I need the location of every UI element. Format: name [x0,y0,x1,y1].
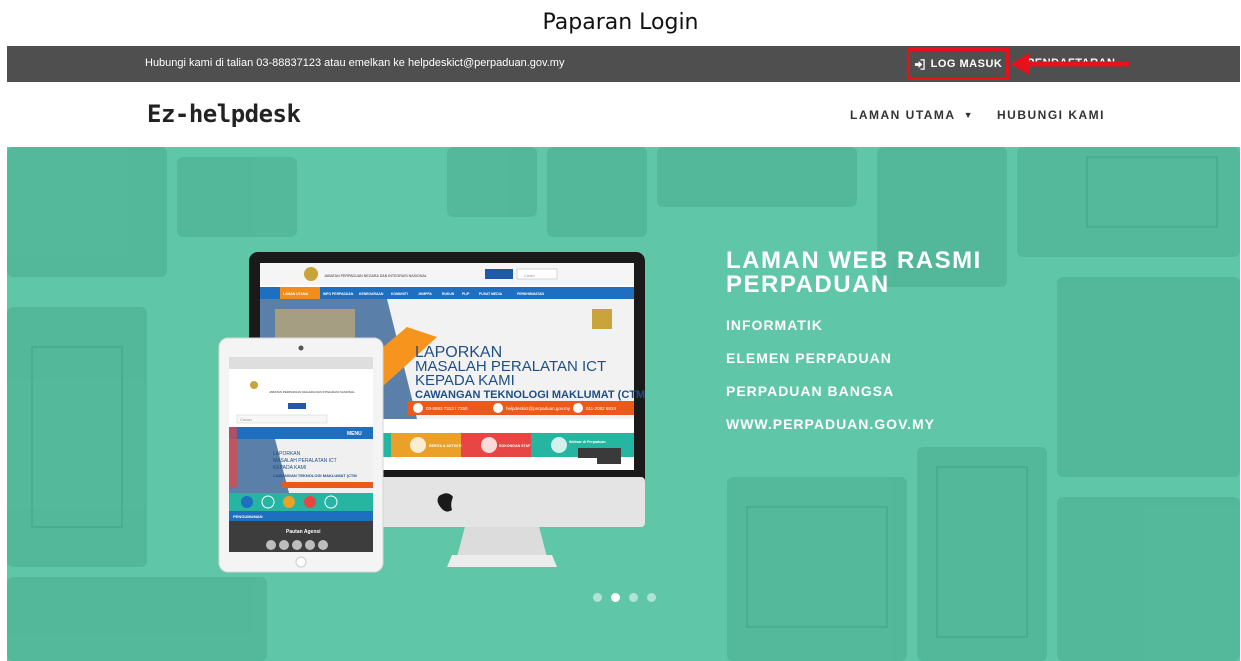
document-caption: Paparan Login [542,10,699,35]
monitor-menu-item: PLIP [462,292,470,296]
monitor-contact-phone: 03-8883 7313 / 7250 [426,406,468,411]
monitor-tile-label: BERITA & AKTIVITI [429,444,461,448]
hero-line-perpaduan-bangsa: PERPADUAN BANGSA [726,383,895,399]
nav-item-hubungi-kami[interactable]: HUBUNGI KAMI [997,108,1105,122]
monitor-tile-label: SOKONGAN STAF [499,444,531,448]
tablet-section-label: PENGUMUMAN [233,514,263,519]
monitor-header-title: JABATAN PERPADUAN NEGARA DAN INTEGRASI N… [324,274,427,278]
hero-caption: LAMAN WEB RASMI PERPADUAN INFORMATIK ELE… [726,249,1026,434]
sign-in-icon [914,58,925,70]
caret-down-icon: ▼ [963,110,975,120]
tablet-banner-line: KEPADA KAMI [273,465,306,471]
monitor-menu-item: KOMUNITI [391,292,408,296]
tablet-banner-line: MASALAH PERALATAN ICT [273,458,337,464]
carousel-dot[interactable] [593,593,602,602]
tablet-mockup [218,337,384,573]
login-label: LOG MASUK [930,58,1003,70]
monitor-banner-line: KEPADA KAMI [415,372,515,389]
hero-title: LAMAN WEB RASMI PERPADUAN [726,247,982,298]
hero-line-elemen-perpaduan: ELEMEN PERPADUAN [726,350,892,366]
monitor-menu-item: PUSAT MEDIA [479,292,503,296]
monitor-search-field: Carian [524,274,535,278]
tablet-footer-label: Pautan Agensi [286,529,321,535]
monitor-menu-item: LAMAN UTAMA [283,292,309,296]
hero-line-website: WWW.PERPADUAN.GOV.MY [726,416,936,432]
monitor-menu-item: PERKHIDMATAN [517,292,545,296]
monitor-menu-item: JKMPPA [418,292,432,296]
monitor-tile-label: Ikhtisar di Perpaduan [569,440,606,444]
monitor-banner-line: CAWANGAN TEKNOLOGI MAKLUMAT (CTM [415,389,645,401]
monitor-menu-item: RUKUN [442,292,455,296]
main-navbar: Ez-helpdesk LAMAN UTAMA ▼ HUBUNGI KAMI [7,82,1240,147]
tablet-search-field: Carian [240,417,252,422]
carousel-dot[interactable] [629,593,638,602]
carousel-dot[interactable] [647,593,656,602]
tablet-banner-line: LAPORKAN [273,451,301,457]
tablet-banner-line: CAWANGAN TEKNOLOGI MAKLUMAT (CTM [273,473,357,478]
monitor-menu-item: INFO PERPADUAN [323,292,354,296]
page: Paparan Login Hubungi kami di talian 03-… [0,0,1241,661]
hero-line-informatik: INFORMATIK [726,317,823,333]
monitor-contact-mobile: 011-2082 6824 [586,406,616,411]
carousel-indicators [593,593,656,602]
brand-logo[interactable]: Ez-helpdesk [147,100,301,128]
hero-background: JABATAN PERPADUAN NEGARA DAN INTEGRASI N… [7,147,1240,661]
hero-carousel: JABATAN PERPADUAN NEGARA DAN INTEGRASI N… [7,147,1240,661]
tablet-menu-label: MENU [347,431,362,437]
login-link[interactable]: LOG MASUK [907,48,1009,80]
monitor-contact-email: helpdeskict@perpaduan.gov.my [506,406,571,411]
monitor-menu-item: KENEGARAAN [359,292,384,296]
nav-item-laman-utama[interactable]: LAMAN UTAMA ▼ [850,108,974,122]
nav-item-label: LAMAN UTAMA [850,108,956,122]
contact-info-text: Hubungi kami di talian 03-88837123 atau … [145,57,565,69]
carousel-dot[interactable] [611,593,620,602]
tablet-header-title: JABATAN PERPADUAN NEGARA DAN INTEGRASI N… [269,390,355,394]
annotation-arrow-icon [1011,53,1129,75]
top-bar: Hubungi kami di talian 03-88837123 atau … [7,46,1240,82]
